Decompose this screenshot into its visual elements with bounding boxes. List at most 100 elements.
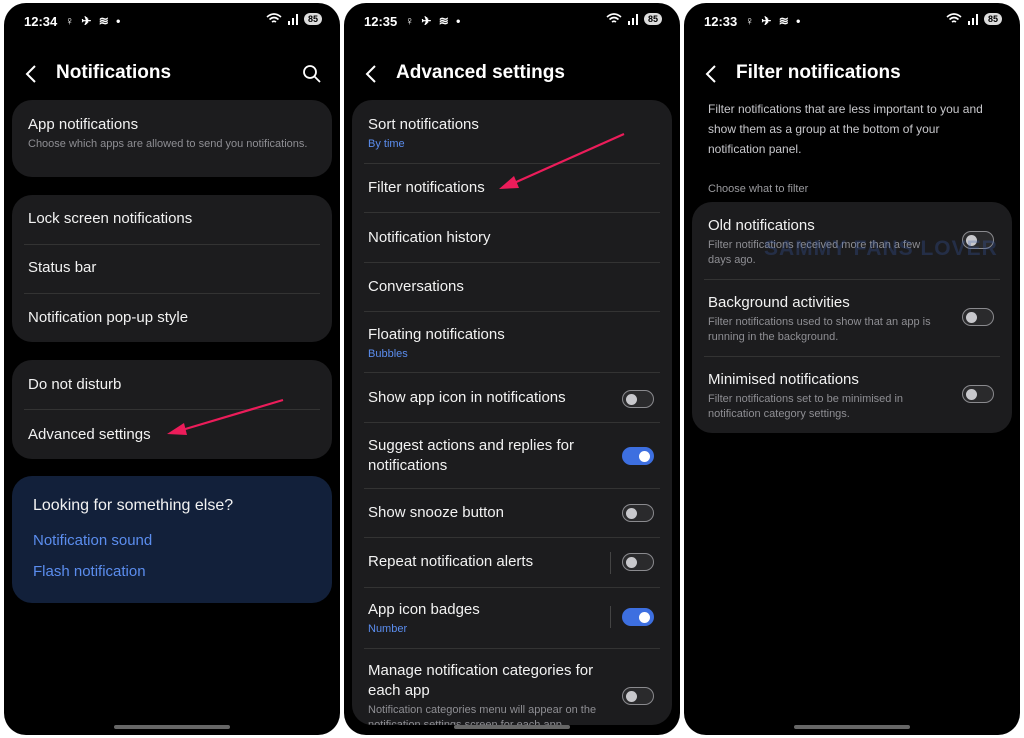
list-item-title: Conversations [368,278,464,295]
page-title: Notifications [56,62,172,83]
minimised-notifications-toggle[interactable] [962,385,994,403]
sort-notifications-item[interactable]: Sort notifications By time [368,115,656,152]
divider [704,279,1000,280]
divider [364,311,660,312]
list-item-label: Notification pop-up style [28,309,189,326]
looking-heading: Looking for something else? [33,497,234,514]
status-time: 12:35 [364,14,398,29]
divider [364,163,660,164]
advanced-settings-screen: 12:35 ♀ ✈ ≋ • 85 Advanced settings Sort … [344,3,680,735]
snooze-button-item[interactable]: Show snooze button [368,503,602,523]
home-indicator [114,725,230,729]
notifications-screen: 12:34 ♀ ✈ ≋ • 85 Notifications App notif… [4,3,340,735]
watermark: SAMMY FANS LOVER [764,237,998,260]
status-bar: 12:34 ♀ ✈ ≋ • 85 [24,12,322,32]
list-item-title: Suggest actions and replies for notifica… [368,437,574,474]
flash-notification-link[interactable]: Flash notification [33,563,146,580]
status-bar: 12:35 ♀ ✈ ≋ • 85 [364,12,662,32]
divider [610,606,611,628]
home-indicator [794,725,910,729]
divider [364,537,660,538]
advanced-settings-item[interactable]: Advanced settings [28,425,316,445]
snooze-button-toggle[interactable] [622,504,654,522]
list-item-label: Lock screen notifications [28,210,193,227]
divider [24,244,320,245]
back-icon[interactable] [364,63,378,85]
list-item-title: Minimised notifications [708,371,859,388]
signal-icon [287,13,298,25]
conversations-item[interactable]: Conversations [368,277,656,297]
status-notification-icons: ♀ ✈ ≋ • [405,14,463,28]
list-item-value: Bubbles [368,348,408,360]
background-activities-toggle[interactable] [962,308,994,326]
page-title: Filter notifications [736,62,901,83]
signal-icon [627,13,638,25]
repeat-alerts-item[interactable]: Repeat notification alerts [368,552,602,572]
divider [364,488,660,489]
divider [364,262,660,263]
background-activities-item[interactable]: Background activities Filter notificatio… [708,293,942,345]
list-item-label: Advanced settings [28,426,151,443]
floating-notifications-item[interactable]: Floating notifications Bubbles [368,325,656,362]
minimised-notifications-item[interactable]: Minimised notifications Filter notificat… [708,370,942,422]
show-app-icon-item[interactable]: Show app icon in notifications [368,388,602,408]
status-time: 12:34 [24,14,58,29]
divider [364,648,660,649]
list-item-value: Number [368,623,408,635]
settings-group-1: Lock screen notifications Status bar Not… [12,195,332,342]
show-app-icon-toggle[interactable] [622,390,654,408]
divider [24,409,320,410]
battery-icon: 85 [303,13,322,25]
settings-group-2: Do not disturb Advanced settings [12,360,332,459]
list-item-value: By time [368,138,405,150]
section-header: Choose what to filter [708,183,809,195]
wifi-icon [266,13,282,23]
app-notifications-subtitle: Choose which apps are allowed to send yo… [28,138,308,150]
notification-history-item[interactable]: Notification history [368,228,656,248]
signal-icon [967,13,978,25]
back-icon[interactable] [704,63,718,85]
lock-screen-notifications-item[interactable]: Lock screen notifications [28,209,316,229]
popup-style-item[interactable]: Notification pop-up style [28,308,316,328]
search-icon[interactable] [302,64,322,84]
manage-categories-toggle[interactable] [622,687,654,705]
divider [704,356,1000,357]
notification-sound-link[interactable]: Notification sound [33,532,152,549]
wifi-icon [946,13,962,23]
list-item-title: Show app icon in notifications [368,389,566,406]
app-notifications-card[interactable]: App notifications Choose which apps are … [12,100,332,177]
do-not-disturb-item[interactable]: Do not disturb [28,375,316,395]
app-icon-badges-toggle[interactable] [622,608,654,626]
list-item-description: Notification categories menu will appear… [368,704,597,725]
divider [24,293,320,294]
list-item-label: Do not disturb [28,376,122,393]
battery-icon: 85 [983,13,1002,25]
status-notification-icons: ♀ ✈ ≋ • [65,14,123,28]
list-item-description: Filter notifications set to be minimised… [708,393,904,420]
status-time: 12:33 [704,14,738,29]
list-item-title: Sort notifications [368,116,479,133]
home-indicator [454,725,570,729]
divider [364,587,660,588]
wifi-icon [606,13,622,23]
list-item-title: Background activities [708,294,850,311]
divider [610,552,611,574]
suggest-actions-toggle[interactable] [622,447,654,465]
filter-notifications-item[interactable]: Filter notifications [368,178,656,198]
divider [364,372,660,373]
list-item-description: Filter notifications used to show that a… [708,316,931,343]
filter-notifications-screen: 12:33 ♀ ✈ ≋ • 85 Filter notifications Fi… [684,3,1020,735]
back-icon[interactable] [24,63,38,85]
status-bar: 12:33 ♀ ✈ ≋ • 85 [704,12,1002,32]
status-notification-icons: ♀ ✈ ≋ • [745,14,803,28]
list-item-title: Show snooze button [368,504,504,521]
manage-categories-item[interactable]: Manage notification categories for each … [368,661,602,725]
list-item-label: Status bar [28,259,97,276]
status-bar-item[interactable]: Status bar [28,258,316,278]
list-item-title: App icon badges [368,601,480,618]
list-item-title: Old notifications [708,217,815,234]
app-icon-badges-item[interactable]: App icon badges Number [368,600,602,637]
repeat-alerts-toggle[interactable] [622,553,654,571]
divider [364,422,660,423]
suggest-actions-item[interactable]: Suggest actions and replies for notifica… [368,436,592,476]
